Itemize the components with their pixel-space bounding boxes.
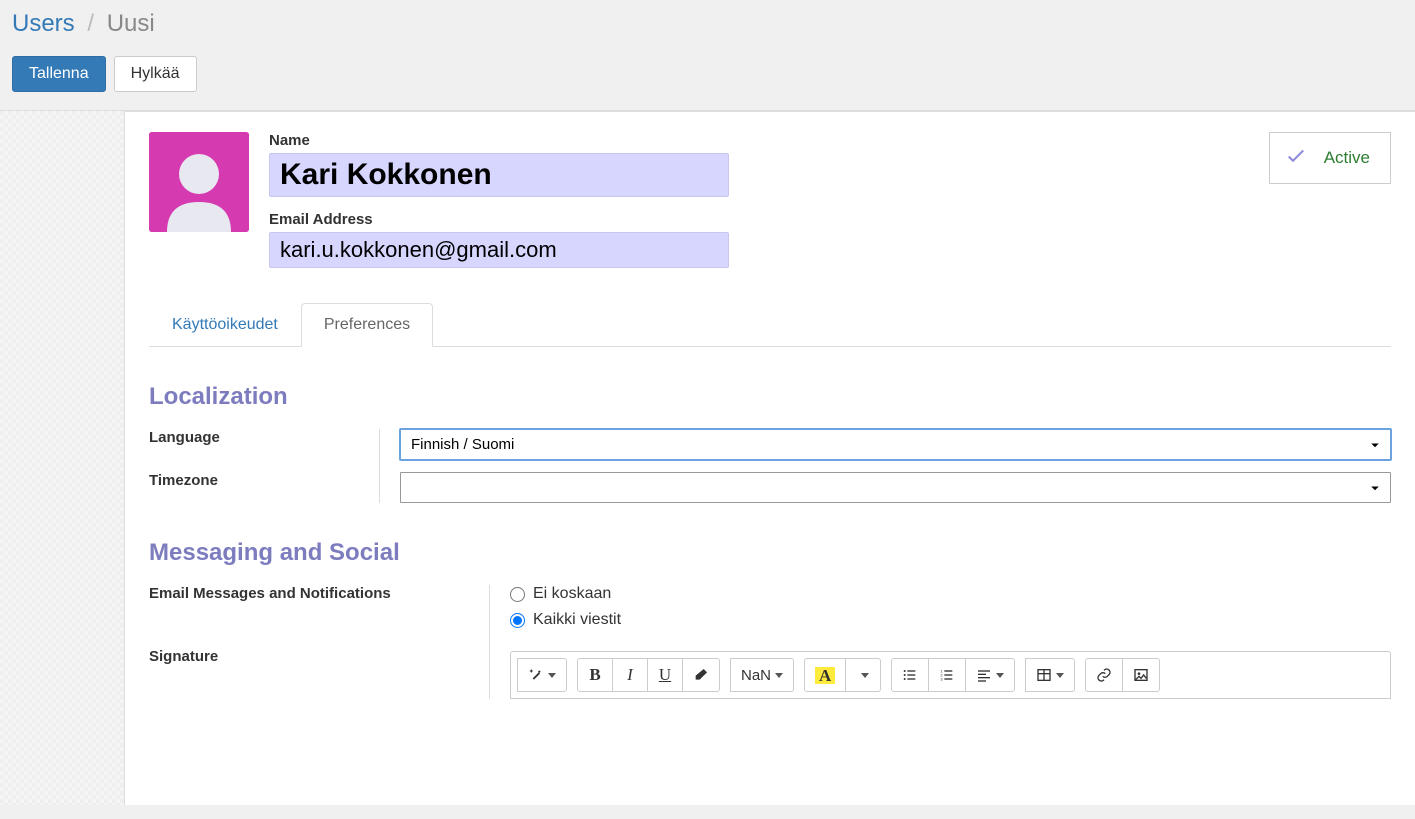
radio-all[interactable]: Kaikki viestit <box>510 611 1391 629</box>
rte-ul-button[interactable] <box>891 658 929 692</box>
tabs: Käyttöoikeudet Preferences <box>149 302 1391 347</box>
tab-permissions[interactable]: Käyttöoikeudet <box>149 303 301 347</box>
email-label: Email Address <box>269 211 729 228</box>
name-label: Name <box>269 132 729 149</box>
language-select[interactable]: Finnish / Suomi <box>400 429 1391 460</box>
rte-clear-format-button[interactable] <box>682 658 720 692</box>
rte-underline-button[interactable]: U <box>647 658 683 692</box>
save-button[interactable]: Tallenna <box>12 56 106 92</box>
radio-all-input[interactable] <box>510 613 525 628</box>
fontcolor-icon: A <box>815 667 835 684</box>
timezone-select[interactable] <box>400 472 1391 503</box>
rte-fontcolor-button[interactable]: A <box>804 658 846 692</box>
rte-bold-button[interactable]: B <box>577 658 613 692</box>
rte-paragraph-button[interactable] <box>965 658 1015 692</box>
discard-button[interactable]: Hylkää <box>114 56 197 92</box>
name-input[interactable] <box>269 153 729 197</box>
rte-fontsize-button[interactable]: NaN <box>730 658 794 692</box>
table-icon <box>1036 667 1052 683</box>
status-box[interactable]: Active <box>1269 132 1391 184</box>
rte-magic-button[interactable] <box>517 658 567 692</box>
breadcrumb-root-link[interactable]: Users <box>12 10 75 37</box>
eraser-icon <box>693 667 709 683</box>
section-messaging-title: Messaging and Social <box>149 539 1391 567</box>
magic-wand-icon <box>528 667 544 683</box>
rte-fontsize-label: NaN <box>741 667 771 684</box>
underline-icon: U <box>659 665 671 685</box>
check-icon <box>1284 143 1308 173</box>
bold-icon: B <box>589 665 600 685</box>
left-gutter <box>0 111 125 805</box>
person-icon <box>149 132 249 232</box>
breadcrumb-current: Uusi <box>107 10 155 37</box>
status-label: Active <box>1324 148 1370 168</box>
align-left-icon <box>976 667 992 683</box>
list-ol-icon: 123 <box>939 667 955 683</box>
rte-ol-button[interactable]: 123 <box>928 658 966 692</box>
rte-italic-button[interactable]: I <box>612 658 648 692</box>
timezone-label: Timezone <box>149 472 379 489</box>
tab-preferences[interactable]: Preferences <box>301 303 433 347</box>
avatar[interactable] <box>149 132 249 232</box>
action-toolbar: Tallenna Hylkää <box>12 56 1403 92</box>
radio-never-label: Ei koskaan <box>533 585 611 603</box>
image-icon <box>1133 667 1149 683</box>
form-sheet: Name Email Address Active Käyttöoikeudet… <box>125 111 1415 805</box>
language-label: Language <box>149 429 379 446</box>
breadcrumb-separator: / <box>87 10 94 37</box>
radio-never[interactable]: Ei koskaan <box>510 585 1391 603</box>
rte-toolbar: B I U NaN A <box>510 651 1391 699</box>
radio-all-label: Kaikki viestit <box>533 611 621 629</box>
radio-never-input[interactable] <box>510 587 525 602</box>
rte-image-button[interactable] <box>1122 658 1160 692</box>
section-localization-title: Localization <box>149 383 1391 411</box>
email-input[interactable] <box>269 232 729 268</box>
rte-table-button[interactable] <box>1025 658 1075 692</box>
rte-link-button[interactable] <box>1085 658 1123 692</box>
signature-label: Signature <box>149 648 489 665</box>
link-icon <box>1096 667 1112 683</box>
topbar: Users / Uusi Tallenna Hylkää <box>0 0 1415 111</box>
svg-text:3: 3 <box>941 676 944 681</box>
breadcrumb: Users / Uusi <box>12 10 1403 38</box>
list-ul-icon <box>902 667 918 683</box>
notifications-label: Email Messages and Notifications <box>149 585 489 602</box>
rte-fontcolor-dropdown[interactable] <box>845 658 881 692</box>
italic-icon: I <box>627 665 633 685</box>
